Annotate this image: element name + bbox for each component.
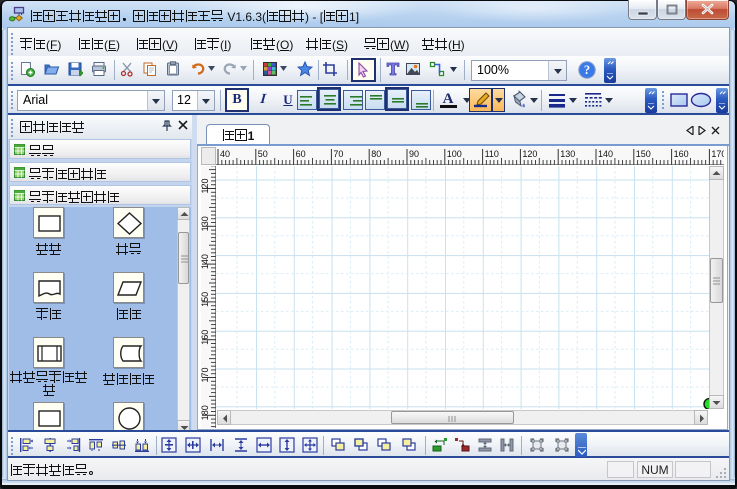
svg-text:?: ? xyxy=(584,63,590,77)
svg-text:70: 70 xyxy=(333,149,343,159)
svg-text:120: 120 xyxy=(522,149,537,159)
svg-text:40: 40 xyxy=(220,149,230,159)
svg-text:90: 90 xyxy=(409,149,419,159)
svg-text:A: A xyxy=(443,91,454,107)
svg-text:160: 160 xyxy=(674,149,689,159)
svg-text:130: 130 xyxy=(560,149,575,159)
svg-text:100: 100 xyxy=(447,149,462,159)
svg-text:160: 160 xyxy=(201,330,210,345)
svg-text:50: 50 xyxy=(258,149,268,159)
svg-text:60: 60 xyxy=(296,149,306,159)
svg-text:130: 130 xyxy=(201,216,210,231)
svg-text:140: 140 xyxy=(598,149,613,159)
svg-text:80: 80 xyxy=(371,149,381,159)
svg-text:180: 180 xyxy=(201,405,210,420)
svg-text:140: 140 xyxy=(201,254,210,269)
svg-text:120: 120 xyxy=(201,178,210,193)
svg-text:150: 150 xyxy=(201,292,210,307)
svg-text:110: 110 xyxy=(485,149,499,159)
svg-text:170: 170 xyxy=(201,367,210,382)
svg-text:170: 170 xyxy=(711,149,724,159)
svg-text:150: 150 xyxy=(636,149,651,159)
